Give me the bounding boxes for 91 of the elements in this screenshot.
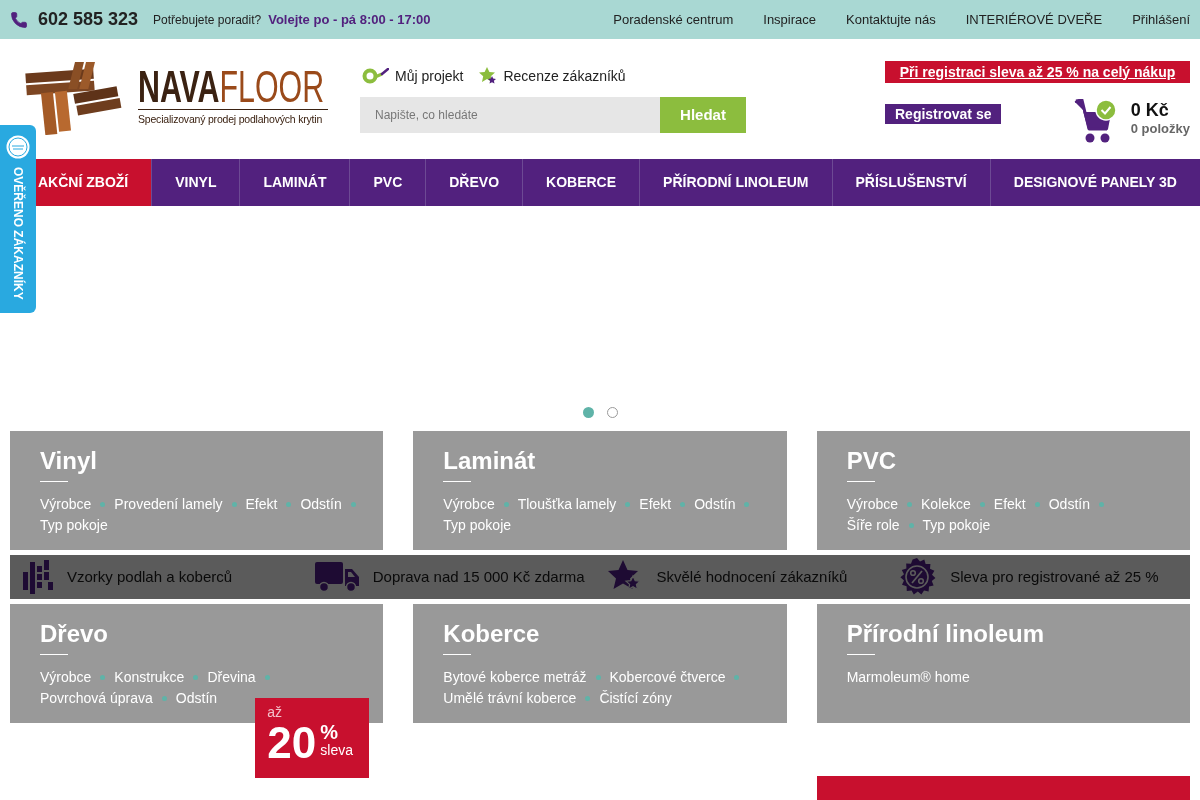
top-link[interactable]: Poradenské centrum [613, 9, 734, 30]
category-link[interactable]: Šíře role [846, 515, 900, 536]
category-title[interactable]: Koberce [443, 620, 540, 648]
promo-banner[interactable]: Při registraci sleva až 25 % na celý nákup [885, 61, 1190, 83]
category-link[interactable]: Efekt [993, 494, 1026, 515]
category-link[interactable]: Výrobce [846, 494, 898, 515]
category-link[interactable]: Typ pokoje [40, 515, 108, 536]
logo-wordmark[interactable]: NAVAFLOOR [138, 65, 325, 109]
bullet-icon [161, 696, 167, 701]
quick-link[interactable]: Recenze zákazníků [503, 65, 626, 87]
bullet-icon [193, 675, 199, 680]
usp-label: Vzorky podlah a koberců [67, 566, 233, 587]
category-link[interactable]: Odstín [300, 494, 342, 515]
category-link[interactable]: Odstín [175, 688, 218, 709]
category-title[interactable]: Vinyl [40, 447, 97, 475]
bullet-icon [744, 502, 750, 507]
top-link[interactable]: Kontaktujte nás [846, 9, 936, 30]
badge-label: sleva [320, 742, 353, 759]
bullet-icon [100, 502, 106, 507]
bullet-icon [231, 502, 237, 507]
usp-label: Skvělé hodnocení zákazníků [656, 566, 848, 587]
category-title[interactable]: PVC [846, 447, 896, 475]
phone-icon [10, 10, 28, 29]
verified-label: OVĚŘENO ZÁKAZNÍKY [10, 167, 27, 300]
key-icon [362, 68, 389, 84]
verified-badge[interactable]: OVĚŘENO ZÁKAZNÍKY [0, 125, 36, 313]
bullet-icon [595, 675, 601, 680]
category-link[interactable]: Provedení lamely [114, 494, 223, 515]
phone-number[interactable]: 602 585 323 [38, 6, 139, 33]
percent-badge-icon [898, 558, 937, 596]
category-title[interactable]: Laminát [443, 447, 536, 475]
bullet-icon [585, 696, 591, 701]
category-link[interactable]: Výrobce [40, 667, 92, 688]
usp-label: Sleva pro registrované až 25 % [950, 566, 1159, 587]
bullet-icon [1099, 502, 1104, 507]
category-link[interactable]: Kolekce [921, 494, 971, 515]
category-link[interactable]: Odstín [1048, 494, 1090, 515]
category-link[interactable]: Povrchová úprava [40, 688, 153, 709]
help-label: Potřebujete poradit? [153, 11, 262, 29]
bullet-icon [734, 675, 740, 680]
category-link[interactable]: Efekt [639, 494, 672, 515]
category-link[interactable]: Odstín [694, 494, 736, 515]
stars-icon [479, 67, 498, 85]
nav-item[interactable]: AKČNÍ ZBOŽÍ [36, 159, 153, 206]
bullet-icon [1034, 502, 1040, 507]
bullet-icon [350, 502, 356, 507]
register-button[interactable]: Registrovat se [885, 104, 1002, 124]
badge-prefix: až [267, 704, 283, 720]
bullet-icon [907, 502, 912, 507]
badge-value: 20 [267, 720, 317, 766]
category-title[interactable]: Přírodní linoleum [846, 620, 1044, 648]
bullet-icon [503, 502, 509, 507]
seal-icon [6, 135, 30, 159]
search-field[interactable]: Napište, co hledáte [360, 97, 660, 133]
category-link[interactable]: Dřevina [207, 667, 256, 688]
cart-total[interactable]: 0 Kč [1130, 99, 1190, 121]
cart-count[interactable]: 0 položky [1130, 121, 1190, 137]
badge-unit: % [320, 722, 340, 742]
category-link[interactable]: Umělé trávní koberce [443, 688, 577, 709]
category-link[interactable]: Výrobce [443, 494, 495, 515]
bullet-icon [680, 502, 686, 507]
opening-hours: Volejte po - pá 8:00 - 17:00 [268, 10, 431, 29]
truck-icon [314, 562, 359, 592]
category-link[interactable]: Konstrukce [114, 667, 185, 688]
top-link[interactable]: Inspirace [763, 9, 817, 30]
bullet-icon [979, 502, 985, 507]
category-link[interactable]: Efekt [245, 494, 278, 515]
promo-tile[interactable] [816, 776, 1190, 800]
category-link[interactable]: Typ pokoje [443, 515, 512, 536]
top-link[interactable]: Přihlášení [1132, 9, 1190, 30]
search-button[interactable]: Hledat [660, 97, 746, 133]
samples-icon [23, 560, 53, 594]
category-title[interactable]: Dřevo [40, 620, 109, 648]
usp-label: Doprava nad 15 000 Kč zdarma [372, 566, 585, 587]
category-link[interactable]: Čistící zóny [599, 688, 672, 709]
cart-icon[interactable] [1073, 99, 1117, 143]
bullet-icon [625, 502, 631, 507]
category-link[interactable]: Marmoleum® home [846, 667, 970, 688]
category-link[interactable]: Typ pokoje [922, 515, 991, 536]
category-link[interactable]: Tloušťka lamely [517, 494, 617, 515]
bullet-icon [286, 502, 292, 507]
bullet-icon [100, 675, 106, 680]
category-link[interactable]: Bytové koberce metráž [443, 667, 587, 688]
quick-link[interactable]: Můj projekt [395, 65, 464, 87]
logo-tagline: Specializovaný prodej podlahových krytin [138, 113, 324, 126]
top-link[interactable]: INTERIÉROVÉ DVEŘE [965, 9, 1103, 30]
category-link[interactable]: Kobercové čtverce [609, 667, 726, 688]
parquet-logo-icon[interactable] [25, 62, 122, 135]
bullet-icon [908, 523, 914, 528]
category-link[interactable]: Výrobce [40, 494, 92, 515]
bullet-icon [264, 675, 270, 680]
